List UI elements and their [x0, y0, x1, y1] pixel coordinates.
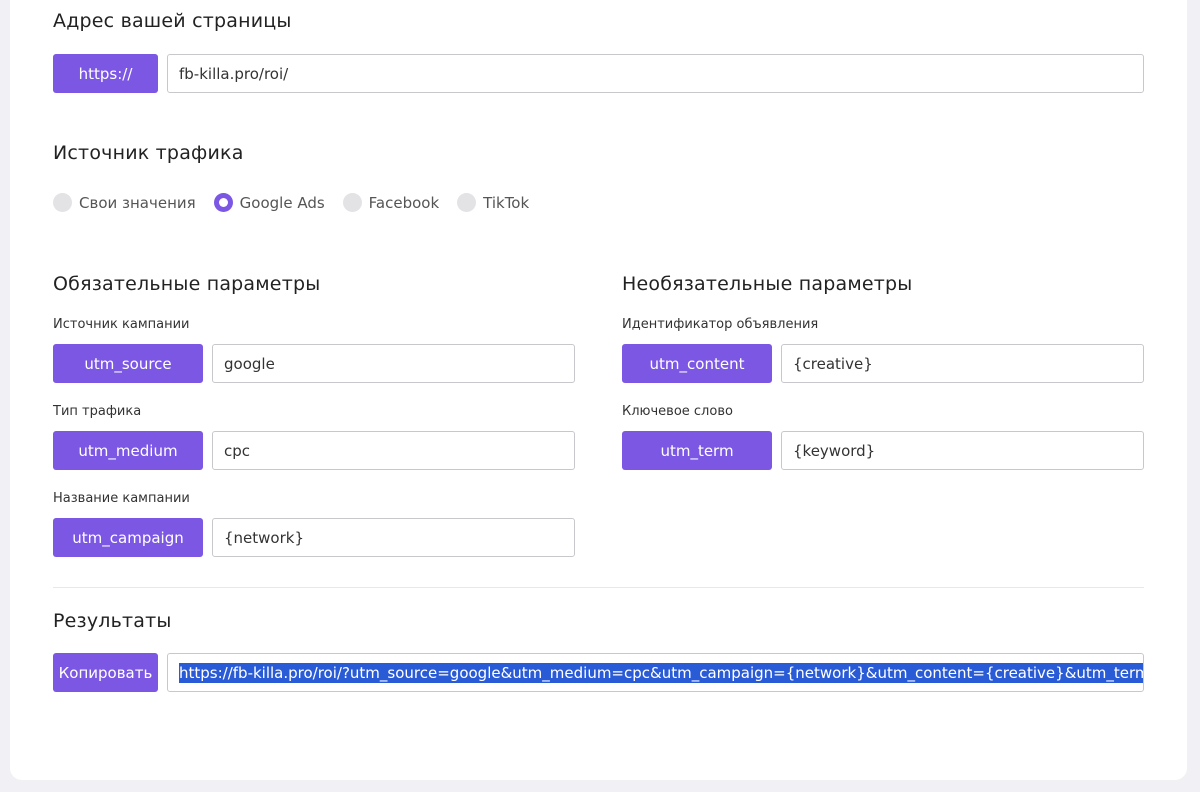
- radio-tiktok[interactable]: TikTok: [457, 193, 529, 212]
- radio-dot-icon: [53, 193, 72, 212]
- result-url-text: https://fb-killa.pro/roi/?utm_source=goo…: [179, 662, 1143, 683]
- radio-dot-icon: [342, 193, 362, 212]
- optional-params-title: Необязательные параметры: [622, 273, 913, 295]
- required-params-title: Обязательные параметры: [53, 273, 321, 295]
- radio-dot-checked-icon: [213, 193, 233, 212]
- utm-term-button[interactable]: utm_term: [622, 431, 772, 470]
- utm-term-input[interactable]: [781, 431, 1144, 470]
- radio-label: Google Ads: [239, 193, 325, 212]
- radio-facebook[interactable]: Facebook: [342, 193, 440, 212]
- utm-source-input[interactable]: [212, 344, 575, 383]
- radio-label: TikTok: [483, 193, 530, 212]
- field-label-term: Ключевое слово: [622, 404, 733, 419]
- utm-campaign-button[interactable]: utm_campaign: [53, 518, 203, 557]
- utm-content-input[interactable]: [781, 344, 1144, 383]
- field-label-content: Идентификатор объявления: [622, 317, 819, 332]
- traffic-source-radio-group: Свои значения Google Ads Facebook TikTok: [53, 193, 547, 212]
- result-url-field[interactable]: https://fb-killa.pro/roi/?utm_source=goo…: [167, 653, 1144, 692]
- results-title: Результаты: [53, 610, 172, 632]
- protocol-button[interactable]: https://: [53, 54, 158, 93]
- utm-source-button[interactable]: utm_source: [53, 344, 203, 383]
- utm-campaign-input[interactable]: [212, 518, 575, 557]
- traffic-source-title: Источник трафика: [53, 142, 244, 164]
- section-divider: [53, 587, 1144, 588]
- radio-dot-icon: [457, 193, 477, 212]
- field-label-source: Источник кампании: [53, 317, 190, 332]
- copy-button[interactable]: Копировать: [53, 653, 158, 692]
- utm-content-button[interactable]: utm_content: [622, 344, 772, 383]
- radio-custom-values[interactable]: Свои значения: [53, 193, 196, 212]
- utm-medium-button[interactable]: utm_medium: [53, 431, 203, 470]
- radio-label: Facebook: [368, 193, 440, 212]
- utm-medium-input[interactable]: [212, 431, 575, 470]
- field-label-medium: Тип трафика: [53, 404, 142, 419]
- page-url-input[interactable]: [167, 54, 1144, 93]
- radio-label: Свои значения: [79, 193, 196, 212]
- utm-builder-card: Адрес вашей страницы https:// Источник т…: [10, 0, 1187, 780]
- radio-google-ads[interactable]: Google Ads: [213, 193, 325, 212]
- field-label-campaign: Название кампании: [53, 491, 190, 506]
- address-title: Адрес вашей страницы: [53, 10, 292, 32]
